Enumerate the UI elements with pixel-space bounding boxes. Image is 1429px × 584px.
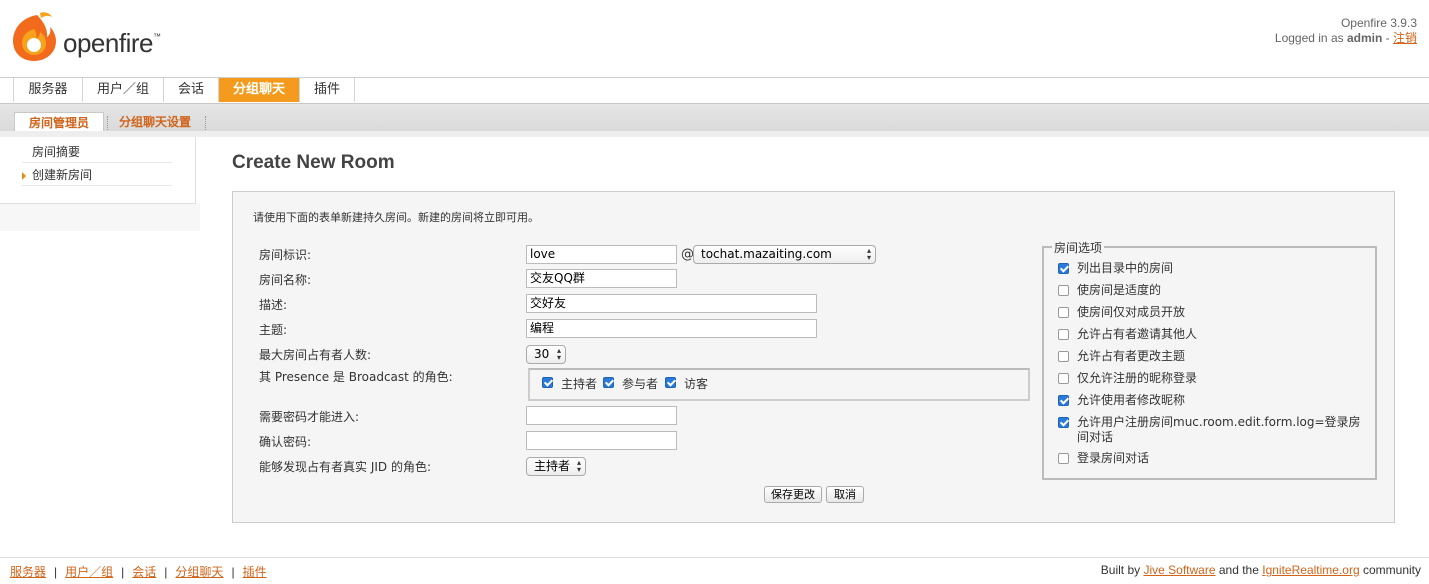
- broadcast-moderator-label: 主持者: [561, 377, 598, 391]
- jive-software-link[interactable]: Jive Software: [1143, 563, 1215, 577]
- broadcast-participant-label: 参与者: [622, 377, 659, 391]
- subject-label: 主题:: [259, 323, 288, 337]
- footer-link-server[interactable]: 服务器: [10, 565, 46, 579]
- option-change-nickname-checkbox[interactable]: [1058, 395, 1069, 406]
- save-button[interactable]: 保存更改: [764, 486, 822, 503]
- jid-roles-label: 能够发现占有者真实 JID 的角色:: [259, 460, 431, 474]
- tab-sessions[interactable]: 会话: [164, 78, 219, 102]
- page-title: Create New Room: [232, 152, 395, 173]
- option-log-conversations-checkbox[interactable]: [1058, 453, 1069, 464]
- option-change-subject-label: 允许占有者更改主题: [1077, 349, 1186, 363]
- tab-plugins[interactable]: 插件: [300, 78, 355, 102]
- jid-roles-select[interactable]: 主持者 ▴ ▾: [526, 457, 586, 476]
- footer-link-sessions[interactable]: 会话: [132, 565, 156, 579]
- option-change-subject-checkbox[interactable]: [1058, 351, 1069, 362]
- description-label: 描述:: [259, 298, 288, 312]
- tab-server[interactable]: 服务器: [14, 78, 83, 102]
- option-registered-nick-only-checkbox[interactable]: [1058, 373, 1069, 384]
- option-members-only-label: 使房间仅对成员开放: [1077, 305, 1186, 319]
- option-log-conversations-label: 登录房间对话: [1077, 451, 1150, 465]
- sidebar-item-create-room[interactable]: 创建新房间: [22, 164, 172, 186]
- sub-nav: 房间管理员 分组聊天设置: [0, 103, 1429, 135]
- select-arrows-icon: ▴ ▾: [576, 458, 581, 474]
- room-options-legend: 房间选项: [1052, 239, 1105, 256]
- broadcast-moderator-checkbox[interactable]: [542, 377, 553, 388]
- broadcast-visitor-label: 访客: [684, 377, 709, 391]
- footer-link-plugins[interactable]: 插件: [243, 565, 267, 579]
- option-allow-invites-checkbox[interactable]: [1058, 329, 1069, 340]
- username: admin: [1346, 31, 1383, 45]
- version-text: Openfire 3.9.3: [1340, 16, 1417, 30]
- broadcast-roles-label: 其 Presence 是 Broadcast 的角色:: [259, 370, 453, 384]
- subject-input[interactable]: 编程: [526, 319, 817, 338]
- footer: 服务器 | 用户／组 | 会话 | 分组聊天 | 插件 Built by Jive Softwa…: [0, 557, 1429, 584]
- select-arrows-icon: ▴ ▾: [866, 246, 871, 262]
- select-arrows-icon: ▴ ▾: [556, 346, 561, 362]
- option-list-in-directory-checkbox[interactable]: [1058, 263, 1069, 274]
- login-status: Logged in as admin - 注销: [1274, 31, 1417, 45]
- version-info: Openfire 3.9.3 Logged in as admin - 注销: [1275, 16, 1417, 46]
- footer-nav: 服务器 | 用户／组 | 会话 | 分组聊天 | 插件: [10, 565, 267, 579]
- cancel-button[interactable]: 取消: [826, 486, 864, 503]
- room-name-label: 房间名称:: [259, 273, 312, 287]
- option-registered-nick-only-label: 仅允许注册的昵称登录: [1077, 371, 1198, 385]
- password-label: 需要密码才能进入:: [259, 410, 360, 424]
- domain-select[interactable]: tochat.mazaiting.com ▴ ▾: [693, 245, 876, 264]
- option-list-in-directory-label: 列出目录中的房间: [1077, 261, 1174, 275]
- option-register-room-label: 允许用户注册房间muc.room.edit.form.log=登录房间对话: [1077, 415, 1361, 444]
- option-register-room-checkbox[interactable]: [1058, 417, 1069, 428]
- confirm-password-label: 确认密码:: [259, 435, 312, 449]
- broadcast-participant-checkbox[interactable]: [603, 377, 614, 388]
- ignite-realtime-link[interactable]: IgniteRealtime.org: [1262, 563, 1359, 577]
- logo-text: openfire™: [63, 28, 161, 58]
- tab-users-groups[interactable]: 用户／组: [83, 78, 164, 102]
- confirm-password-input[interactable]: [526, 431, 677, 450]
- footer-link-users-groups[interactable]: 用户／组: [65, 565, 113, 579]
- max-occupants-select[interactable]: 30 ▴ ▾: [526, 345, 566, 364]
- option-moderated-checkbox[interactable]: [1058, 285, 1069, 296]
- password-input[interactable]: [526, 406, 677, 425]
- option-change-nickname-label: 允许使用者修改昵称: [1077, 393, 1186, 407]
- sidebar: 房间摘要 创建新房间: [0, 137, 196, 204]
- option-members-only-checkbox[interactable]: [1058, 307, 1069, 318]
- room-name-input[interactable]: 交友QQ群: [526, 269, 677, 288]
- broadcast-visitor-checkbox[interactable]: [665, 377, 676, 388]
- intro-text: 请使用下面的表单新建持久房间。新建的房间将立即可用。: [253, 211, 539, 224]
- sidebar-item-room-summary[interactable]: 房间摘要: [22, 141, 172, 163]
- footer-credits: Built by Jive Software and the IgniteRea…: [1100, 563, 1421, 577]
- option-allow-invites-label: 允许占有者邀请其他人: [1077, 327, 1198, 341]
- description-input[interactable]: 交好友: [526, 294, 817, 313]
- logout-link[interactable]: 注销: [1393, 31, 1417, 45]
- header: openfire™ Openfire 3.9.3 Logged in as ad…: [0, 0, 1429, 77]
- main-nav: 服务器 用户／组 会话 分组聊天 插件: [0, 77, 1429, 104]
- room-id-input[interactable]: love: [526, 245, 677, 264]
- tab-group-chat[interactable]: 分组聊天: [219, 78, 300, 102]
- max-occupants-label: 最大房间占有者人数:: [259, 348, 372, 362]
- footer-link-group-chat[interactable]: 分组聊天: [175, 565, 223, 579]
- room-id-label: 房间标识:: [259, 248, 312, 262]
- option-moderated-label: 使房间是适度的: [1077, 283, 1162, 297]
